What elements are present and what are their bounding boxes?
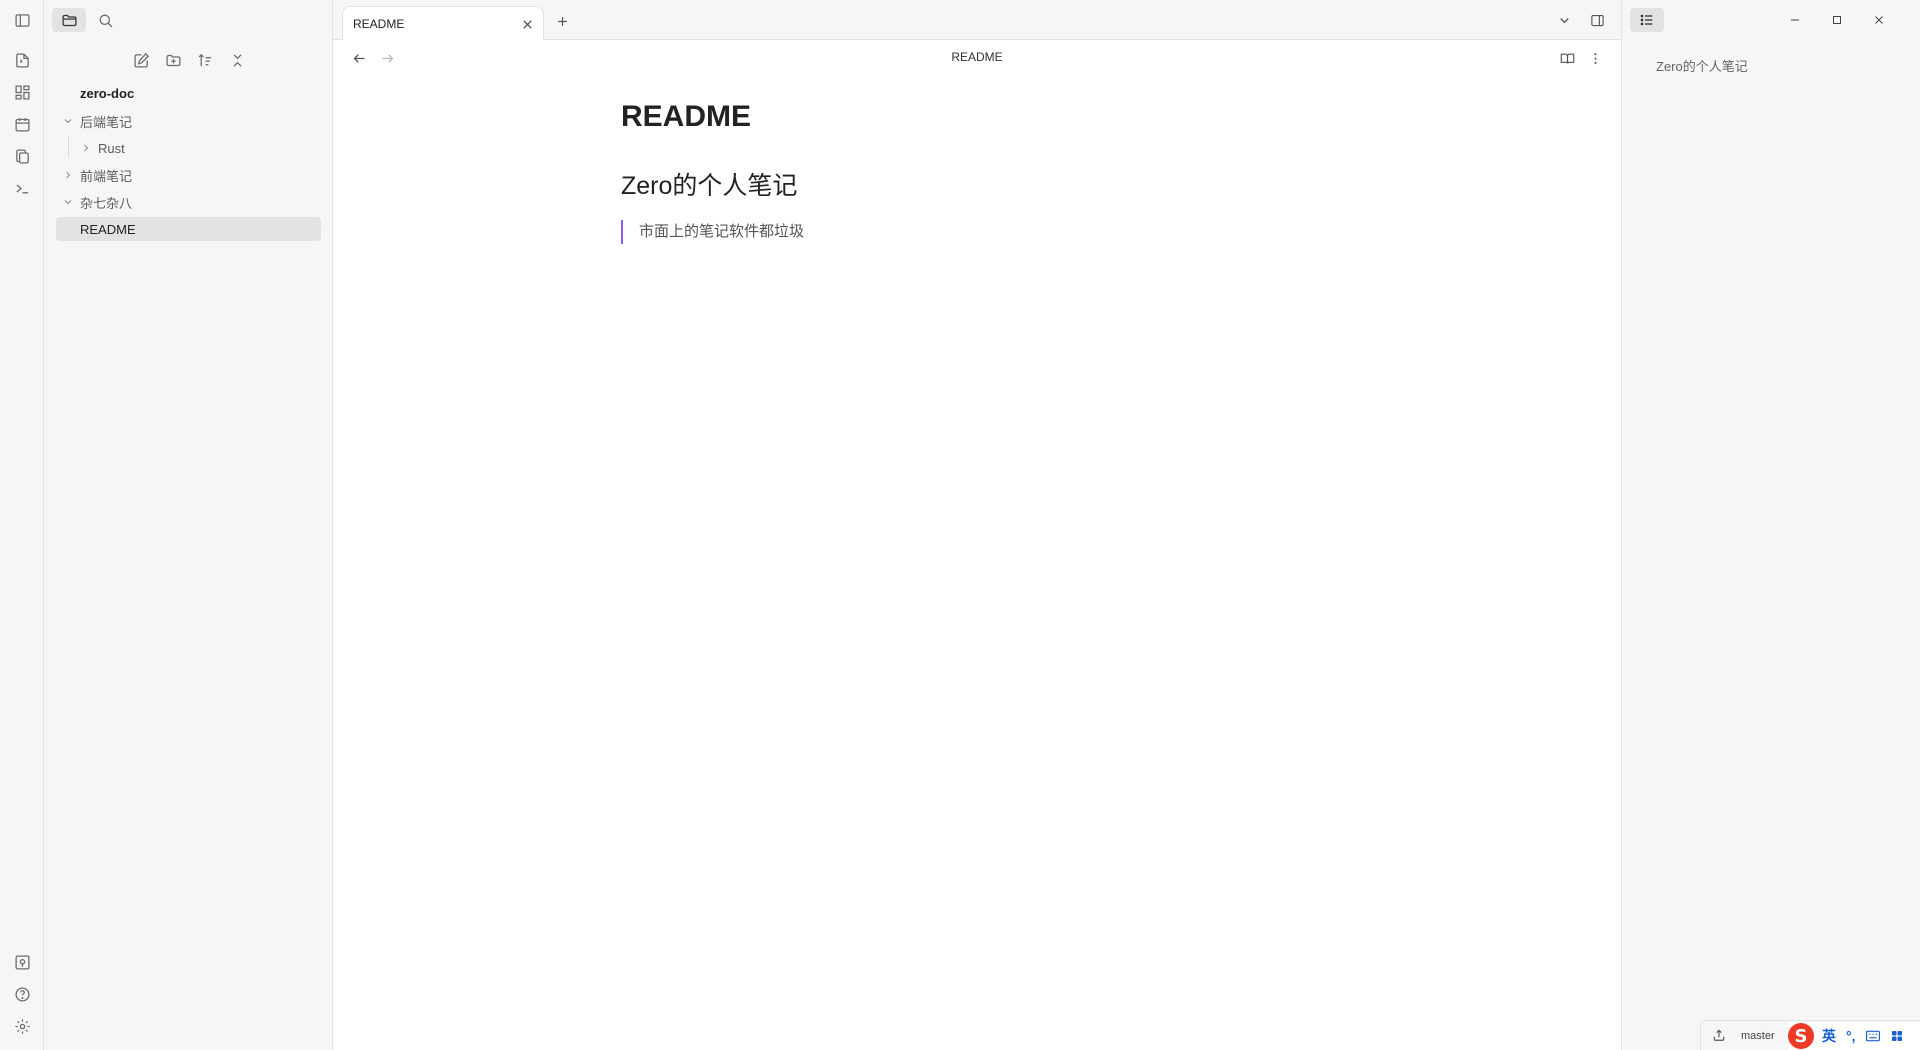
ime-mode[interactable]: 英 <box>1822 1026 1836 1046</box>
sidebar-tab-bar <box>44 0 333 40</box>
ime-toolbar: S 英 °, <box>1788 1022 1920 1050</box>
tree-folder-backend[interactable]: 后端笔记 <box>60 109 132 133</box>
files-tab-icon[interactable] <box>52 8 86 32</box>
chevron-down-icon <box>60 194 76 210</box>
git-push-icon[interactable] <box>1711 1027 1727 1043</box>
chevron-down-icon <box>60 113 76 129</box>
tab-list-chevron-icon[interactable] <box>1553 10 1575 30</box>
templates-icon[interactable] <box>10 144 34 168</box>
heading-1: README <box>621 100 752 133</box>
tree-folder-frontend[interactable]: 前端笔记 <box>60 163 132 187</box>
tree-item-label: 前端笔记 <box>80 168 133 184</box>
obsidian-window: zero-doc 后端笔记 Rust 前端笔记 杂七杂八 README READ… <box>0 0 1920 1050</box>
tree-item-label: README <box>80 221 136 237</box>
sidebar-toggle-icon[interactable] <box>10 8 34 32</box>
tab-bar: README <box>333 0 1621 40</box>
file-nav-header <box>44 48 333 72</box>
tree-item-label: Rust <box>98 140 125 156</box>
sort-icon[interactable] <box>192 48 218 72</box>
new-folder-icon[interactable] <box>160 48 186 72</box>
outline-item[interactable]: Zero的个人笔记 <box>1656 56 1748 75</box>
tree-folder-misc[interactable]: 杂七杂八 <box>60 190 132 214</box>
more-options-icon[interactable] <box>1585 48 1605 68</box>
git-branch-label[interactable]: master <box>1741 1030 1775 1042</box>
canvas-icon[interactable] <box>10 80 34 104</box>
close-window-icon[interactable] <box>1864 8 1894 32</box>
close-icon[interactable] <box>519 16 535 32</box>
document-content[interactable]: README Zero的个人笔记 市面上的笔记软件都垃圾 <box>621 100 1341 244</box>
keyboard-icon[interactable] <box>1865 1030 1880 1042</box>
outline-panel: Zero的个人笔记 <box>1621 0 1920 1050</box>
minimize-icon[interactable] <box>1780 8 1810 32</box>
tree-file-readme[interactable]: README <box>56 217 321 241</box>
view-title[interactable]: README <box>333 50 1621 64</box>
chevron-right-icon <box>78 140 94 156</box>
tree-folder-rust[interactable]: Rust <box>78 136 125 160</box>
new-note-icon[interactable] <box>128 48 154 72</box>
tree-item-label: 后端笔记 <box>80 114 133 130</box>
vault-switch-icon[interactable] <box>10 950 34 974</box>
blockquote: 市面上的笔记软件都垃圾 <box>621 220 1341 244</box>
reading-view-icon[interactable] <box>1557 48 1577 68</box>
settings-icon[interactable] <box>10 1014 34 1038</box>
heading-2: Zero的个人笔记 <box>621 172 798 200</box>
file-explorer: zero-doc 后端笔记 Rust 前端笔记 杂七杂八 README <box>44 0 333 1050</box>
command-palette-icon[interactable] <box>10 176 34 200</box>
vault-name[interactable]: zero-doc <box>80 86 134 101</box>
right-sidebar-toggle-icon[interactable] <box>1586 10 1608 30</box>
help-icon[interactable] <box>10 982 34 1006</box>
tab-label: README <box>353 16 405 31</box>
new-tab-icon[interactable] <box>553 12 571 30</box>
toolbox-grid-icon[interactable] <box>1890 1030 1904 1042</box>
ribbon <box>0 0 44 1050</box>
tree-item-label: 杂七杂八 <box>80 195 133 211</box>
daily-note-icon[interactable] <box>10 112 34 136</box>
open-quick-switcher-icon[interactable] <box>10 48 34 72</box>
sogou-logo-icon[interactable]: S <box>1788 1023 1814 1049</box>
tree-indent-guide <box>68 136 69 158</box>
tab-readme[interactable]: README <box>342 6 544 40</box>
search-tab-icon[interactable] <box>88 8 122 32</box>
chevron-right-icon <box>60 167 76 183</box>
maximize-icon[interactable] <box>1822 8 1852 32</box>
collapse-all-icon[interactable] <box>224 48 250 72</box>
outline-tab-icon[interactable] <box>1630 8 1664 32</box>
editor-area: README README README Zero的个人笔记 市面上的笔记软件都… <box>333 0 1621 1050</box>
view-header: README <box>333 40 1621 76</box>
ime-punctuation[interactable]: °, <box>1846 1028 1856 1044</box>
